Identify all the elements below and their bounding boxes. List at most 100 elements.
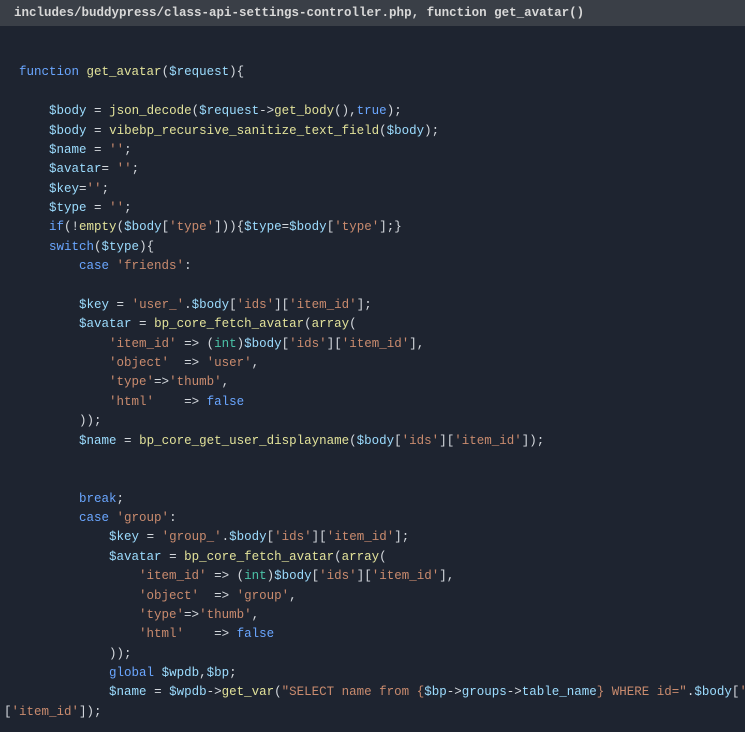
- file-header: includes/buddypress/class-api-settings-c…: [0, 0, 745, 26]
- var-avatar: $avatar: [49, 162, 102, 176]
- call-fetch-avatar2: bp_core_fetch_avatar: [184, 550, 334, 564]
- call-json-decode: json_decode: [109, 104, 192, 118]
- str-itemid8: 'item_id': [12, 705, 80, 719]
- kw-switch: switch: [49, 240, 94, 254]
- var-body10: $body: [274, 569, 312, 583]
- str-object1: 'object': [109, 356, 169, 370]
- var-body9: $body: [229, 530, 267, 544]
- str-ids5: 'ids': [319, 569, 357, 583]
- var-type: $type: [49, 201, 87, 215]
- arrow1: =>: [184, 337, 199, 351]
- kw-break1: break: [79, 492, 117, 506]
- bool-true: true: [357, 104, 387, 118]
- call-fetch-avatar: bp_core_fetch_avatar: [154, 317, 304, 331]
- file-path: includes/buddypress/class-api-settings-c…: [14, 6, 584, 20]
- var-type2: $type: [244, 220, 282, 234]
- str-itemid6: 'item_id': [139, 569, 207, 583]
- var-name: $name: [49, 143, 87, 157]
- call-array1: array: [312, 317, 350, 331]
- str-user-prefix: 'user_': [132, 298, 185, 312]
- arrow6: =>: [214, 589, 229, 603]
- str-friends: 'friends': [117, 259, 185, 273]
- str-type2: 'type': [109, 375, 154, 389]
- str-empty1: '': [109, 143, 124, 157]
- arrow8: =>: [214, 627, 229, 641]
- var-body11: $body: [694, 685, 732, 699]
- var-avatar2: $avatar: [79, 317, 132, 331]
- str-itemid4: 'item_id': [454, 434, 522, 448]
- str-user: 'user': [207, 356, 252, 370]
- str-html1: 'html': [109, 395, 154, 409]
- str-thumb1: 'thumb': [169, 375, 222, 389]
- arrow7: =>: [184, 608, 199, 622]
- var-body8: $body: [357, 434, 395, 448]
- str-empty4: '': [109, 201, 124, 215]
- param-request: $request: [169, 65, 229, 79]
- str-thumb2: 'thumb': [199, 608, 252, 622]
- str-ids6: 'ids': [739, 685, 745, 699]
- str-itemid1: 'item_id': [289, 298, 357, 312]
- cast-int1: int: [214, 337, 237, 351]
- kw-global: global: [109, 666, 154, 680]
- str-group-prefix: 'group_': [162, 530, 222, 544]
- str-type-key: 'type': [169, 220, 214, 234]
- str-itemid3: 'item_id': [342, 337, 410, 351]
- arrow3: =>: [154, 375, 169, 389]
- code-content: function get_avatar($request){ $body = j…: [4, 65, 745, 718]
- str-ids3: 'ids': [402, 434, 440, 448]
- str-itemid7: 'item_id': [372, 569, 440, 583]
- call-array2: array: [342, 550, 380, 564]
- var-body2: $body: [49, 124, 87, 138]
- call-displayname: bp_core_get_user_displayname: [139, 434, 349, 448]
- str-html2: 'html': [139, 627, 184, 641]
- str-empty2: '': [117, 162, 132, 176]
- call-sanitize: vibebp_recursive_sanitize_text_field: [109, 124, 379, 138]
- var-wpdb: $wpdb: [162, 666, 200, 680]
- str-ids4: 'ids': [274, 530, 312, 544]
- var-request: $request: [199, 104, 259, 118]
- str-type-key2: 'type': [334, 220, 379, 234]
- kw-case1: case: [79, 259, 109, 273]
- var-body: $body: [49, 104, 87, 118]
- arrow5: =>: [214, 569, 229, 583]
- var-body4: $body: [124, 220, 162, 234]
- var-key: $key: [49, 182, 79, 196]
- str-empty3: '': [87, 182, 102, 196]
- str-group-obj: 'group': [237, 589, 290, 603]
- var-body6: $body: [192, 298, 230, 312]
- prop-groups: groups: [462, 685, 507, 699]
- var-bp2: $bp: [424, 685, 447, 699]
- var-body5: $body: [289, 220, 327, 234]
- mth-get-var: get_var: [222, 685, 275, 699]
- var-key3: $key: [109, 530, 139, 544]
- mth-get-body: get_body: [274, 104, 334, 118]
- kw-function: function: [19, 65, 79, 79]
- bool-false1: false: [207, 395, 245, 409]
- bool-false2: false: [237, 627, 275, 641]
- str-itemid2: 'item_id': [109, 337, 177, 351]
- var-body3: $body: [387, 124, 425, 138]
- arrow2: =>: [184, 356, 199, 370]
- var-body7: $body: [244, 337, 282, 351]
- str-type3: 'type': [139, 608, 184, 622]
- code-block: function get_avatar($request){ $body = j…: [0, 26, 745, 732]
- kw-case2: case: [79, 511, 109, 525]
- var-bp: $bp: [207, 666, 230, 680]
- fn-name: get_avatar: [87, 65, 162, 79]
- str-group: 'group': [117, 511, 170, 525]
- call-empty: empty: [79, 220, 117, 234]
- var-wpdb2: $wpdb: [169, 685, 207, 699]
- var-type3: $type: [102, 240, 140, 254]
- prop-table-name: table_name: [522, 685, 597, 699]
- var-key2: $key: [79, 298, 109, 312]
- str-ids1: 'ids': [237, 298, 275, 312]
- var-avatar3: $avatar: [109, 550, 162, 564]
- var-name3: $name: [109, 685, 147, 699]
- arrow4: =>: [184, 395, 199, 409]
- str-itemid5: 'item_id': [327, 530, 395, 544]
- cast-int2: int: [244, 569, 267, 583]
- var-name2: $name: [79, 434, 117, 448]
- kw-if: if: [49, 220, 64, 234]
- str-sql1: "SELECT name from: [282, 685, 417, 699]
- str-sql2: WHERE id=": [604, 685, 687, 699]
